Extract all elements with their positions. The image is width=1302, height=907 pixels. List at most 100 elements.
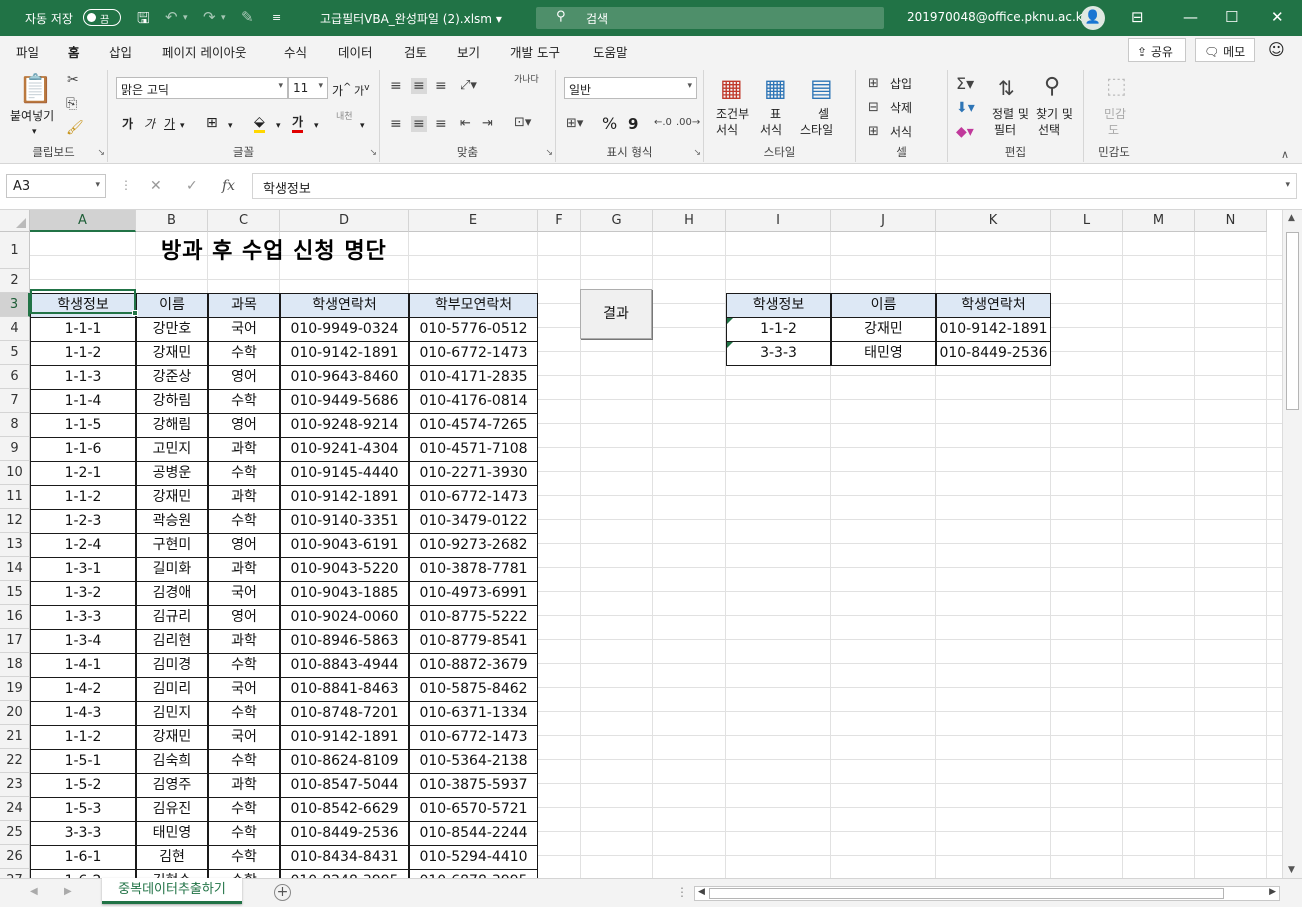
tab-review[interactable]: 검토 — [404, 42, 427, 61]
column-header-l[interactable]: L — [1051, 210, 1123, 232]
table-cell[interactable]: 김리현 — [136, 629, 208, 654]
table-cell[interactable]: 010-9248-9214 — [280, 413, 409, 438]
table-cell[interactable]: 010-6772-1473 — [409, 485, 538, 510]
table-header-cell[interactable]: 학생연락처 — [280, 293, 409, 318]
conditional-format-button[interactable]: 조건부 — [716, 106, 749, 122]
find-select-button[interactable]: 찾기 및 — [1036, 106, 1073, 122]
row-header-9[interactable]: 9 — [0, 437, 30, 461]
table-cell[interactable]: 010-8544-2244 — [409, 821, 538, 846]
table-cell[interactable]: 강재민 — [136, 485, 208, 510]
row-header-25[interactable]: 25 — [0, 821, 30, 845]
tab-formulas[interactable]: 수식 — [284, 42, 307, 61]
table-cell[interactable]: 국어 — [208, 581, 280, 606]
table-cell[interactable]: 태민영 — [136, 821, 208, 846]
formula-input[interactable]: 학생정보 ▾ — [252, 173, 1297, 199]
row-header-1[interactable]: 1 — [0, 232, 30, 269]
horizontal-scrollbar[interactable]: ◀ ▶ — [694, 886, 1280, 901]
find-select-icon[interactable]: ⚲ — [1044, 74, 1060, 99]
underline-button[interactable]: 가 — [164, 116, 175, 132]
select-all-button[interactable] — [0, 210, 30, 232]
row-header-22[interactable]: 22 — [0, 749, 30, 773]
row-header-5[interactable]: 5 — [0, 341, 30, 365]
table-cell[interactable]: 1-4-1 — [30, 653, 136, 678]
increase-decimal-icon[interactable]: ←.0 — [654, 117, 672, 128]
table-cell[interactable]: 010-6570-5721 — [409, 797, 538, 822]
wrap-text-icon[interactable]: 가나다 — [514, 76, 539, 85]
undo-icon[interactable]: ↶ — [165, 8, 178, 26]
table-cell[interactable]: 010-4171-2835 — [409, 365, 538, 390]
table-cell[interactable]: 010-5875-8462 — [409, 677, 538, 702]
conditional-format-icon[interactable]: ▦ — [720, 74, 743, 102]
format-table-button-line2[interactable]: 서식 — [760, 122, 782, 138]
font-color-button[interactable]: 가 — [292, 114, 304, 133]
clipboard-launcher-icon[interactable]: ↘ — [97, 148, 105, 158]
table-cell[interactable]: 강재민 — [136, 725, 208, 750]
table-cell[interactable]: 010-9142-1891 — [280, 725, 409, 750]
table-cell[interactable]: 길미화 — [136, 557, 208, 582]
table-cell[interactable]: 1-1-5 — [30, 413, 136, 438]
share-button[interactable]: ⇪ 공유 — [1128, 38, 1186, 62]
table-cell[interactable]: 과학 — [208, 773, 280, 798]
number-format-select[interactable]: 일반 ▾ — [564, 77, 697, 99]
format-painter-qa-icon[interactable]: ✎ — [241, 8, 254, 26]
table-cell[interactable]: 010-6772-1473 — [409, 725, 538, 750]
result-cell[interactable]: 3-3-3 — [726, 341, 831, 366]
font-name-select[interactable]: 맑은 고딕 ▾ — [116, 77, 288, 99]
table-cell[interactable]: 1-2-1 — [30, 461, 136, 486]
italic-button[interactable]: 가 — [144, 116, 155, 132]
table-cell[interactable]: 과학 — [208, 629, 280, 654]
table-cell[interactable]: 김영주 — [136, 773, 208, 798]
table-cell[interactable]: 수학 — [208, 797, 280, 822]
table-cell[interactable]: 수학 — [208, 869, 280, 878]
orientation-icon[interactable]: ⤢▾ — [460, 78, 477, 93]
memo-button[interactable]: 🗨 메모 — [1195, 38, 1255, 62]
table-cell[interactable]: 010-4176-0814 — [409, 389, 538, 414]
table-cell[interactable]: 김미리 — [136, 677, 208, 702]
cell-styles-icon[interactable]: ▤ — [810, 74, 833, 102]
table-cell[interactable]: 010-3878-7781 — [409, 557, 538, 582]
table-cell[interactable]: 010-5776-0512 — [409, 317, 538, 342]
align-middle-icon[interactable]: ≡ — [411, 78, 427, 94]
row-header-23[interactable]: 23 — [0, 773, 30, 797]
table-cell[interactable]: 010-9140-3351 — [280, 509, 409, 534]
table-cell[interactable]: 공병운 — [136, 461, 208, 486]
row-header-8[interactable]: 8 — [0, 413, 30, 437]
table-cell[interactable]: 010-8779-8541 — [409, 629, 538, 654]
sort-filter-button-line2[interactable]: 필터 — [994, 122, 1016, 138]
table-cell[interactable]: 010-6878-3995 — [409, 869, 538, 878]
table-header-cell[interactable]: 학생정보 — [30, 293, 136, 318]
vertical-scroll-thumb[interactable] — [1286, 232, 1299, 410]
insert-cells-button[interactable]: 삽입 — [890, 76, 912, 92]
row-header-21[interactable]: 21 — [0, 725, 30, 749]
paste-button[interactable]: 붙여넣기 — [10, 108, 54, 124]
table-cell[interactable]: 010-8748-7201 — [280, 701, 409, 726]
table-cell[interactable]: 010-9043-5220 — [280, 557, 409, 582]
scroll-down-icon[interactable]: ▼ — [1288, 865, 1295, 875]
table-cell[interactable]: 010-9949-0324 — [280, 317, 409, 342]
align-center-icon[interactable]: ≡ — [411, 116, 427, 132]
scroll-right-icon[interactable]: ▶ — [1269, 887, 1276, 897]
cut-icon[interactable]: ✂ — [67, 72, 79, 88]
row-header-27[interactable]: 27 — [0, 869, 30, 878]
row-header-12[interactable]: 12 — [0, 509, 30, 533]
table-cell[interactable]: 010-9449-5686 — [280, 389, 409, 414]
row-header-4[interactable]: 4 — [0, 317, 30, 341]
table-cell[interactable]: 1-3-2 — [30, 581, 136, 606]
result-cell[interactable]: 1-1-2 — [726, 317, 831, 342]
row-header-19[interactable]: 19 — [0, 677, 30, 701]
table-cell[interactable]: 010-9643-8460 — [280, 365, 409, 390]
column-header-g[interactable]: G — [581, 210, 653, 232]
row-header-14[interactable]: 14 — [0, 557, 30, 581]
row-header-6[interactable]: 6 — [0, 365, 30, 389]
prev-sheet-icon[interactable]: ◀ — [30, 886, 38, 897]
column-header-b[interactable]: B — [136, 210, 208, 232]
table-cell[interactable]: 1-1-3 — [30, 365, 136, 390]
enter-icon[interactable]: ✓ — [186, 178, 198, 194]
table-cell[interactable]: 수학 — [208, 461, 280, 486]
undo-dropdown-icon[interactable]: ▾ — [183, 13, 188, 23]
tab-split-grip-icon[interactable]: ⋮ — [676, 885, 688, 899]
table-cell[interactable]: 영어 — [208, 365, 280, 390]
table-cell[interactable]: 010-8841-8463 — [280, 677, 409, 702]
sheet-title-cell[interactable]: 방과 후 수업 신청 명단 — [136, 233, 436, 270]
tab-file[interactable]: 파일 — [16, 42, 39, 61]
